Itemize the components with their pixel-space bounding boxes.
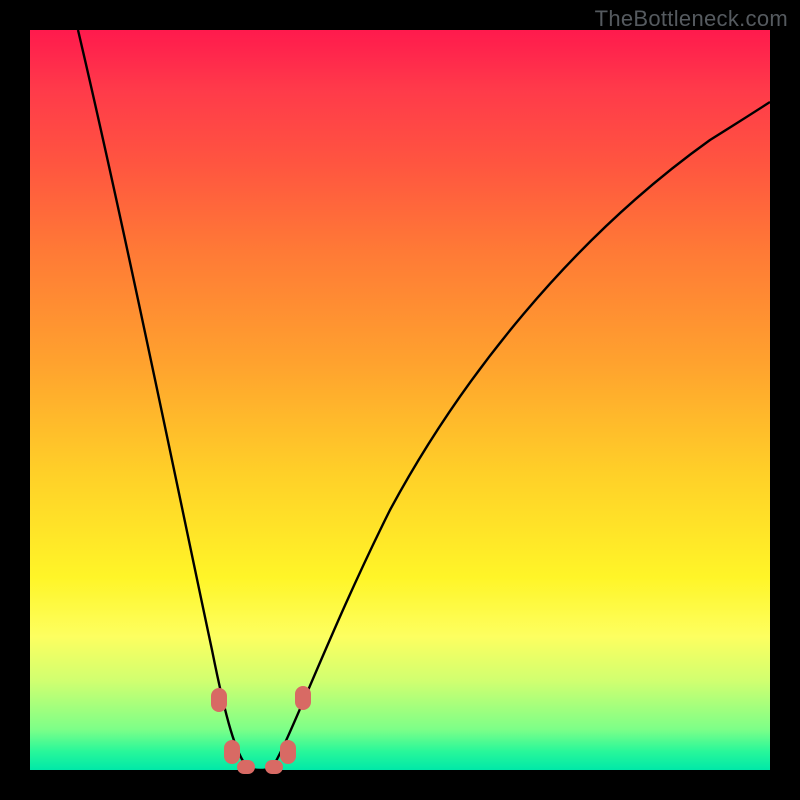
- curve-right-branch: [272, 102, 770, 768]
- curve-left-branch: [78, 30, 248, 768]
- marker-left-lower: [224, 740, 240, 764]
- marker-bottom-right: [265, 760, 283, 774]
- marker-right-lower: [280, 740, 296, 764]
- marker-right-upper: [295, 686, 311, 710]
- bottleneck-curve: [30, 30, 770, 770]
- watermark-text: TheBottleneck.com: [595, 6, 788, 32]
- marker-left-upper: [211, 688, 227, 712]
- marker-bottom-left: [237, 760, 255, 774]
- chart-plot-area: [30, 30, 770, 770]
